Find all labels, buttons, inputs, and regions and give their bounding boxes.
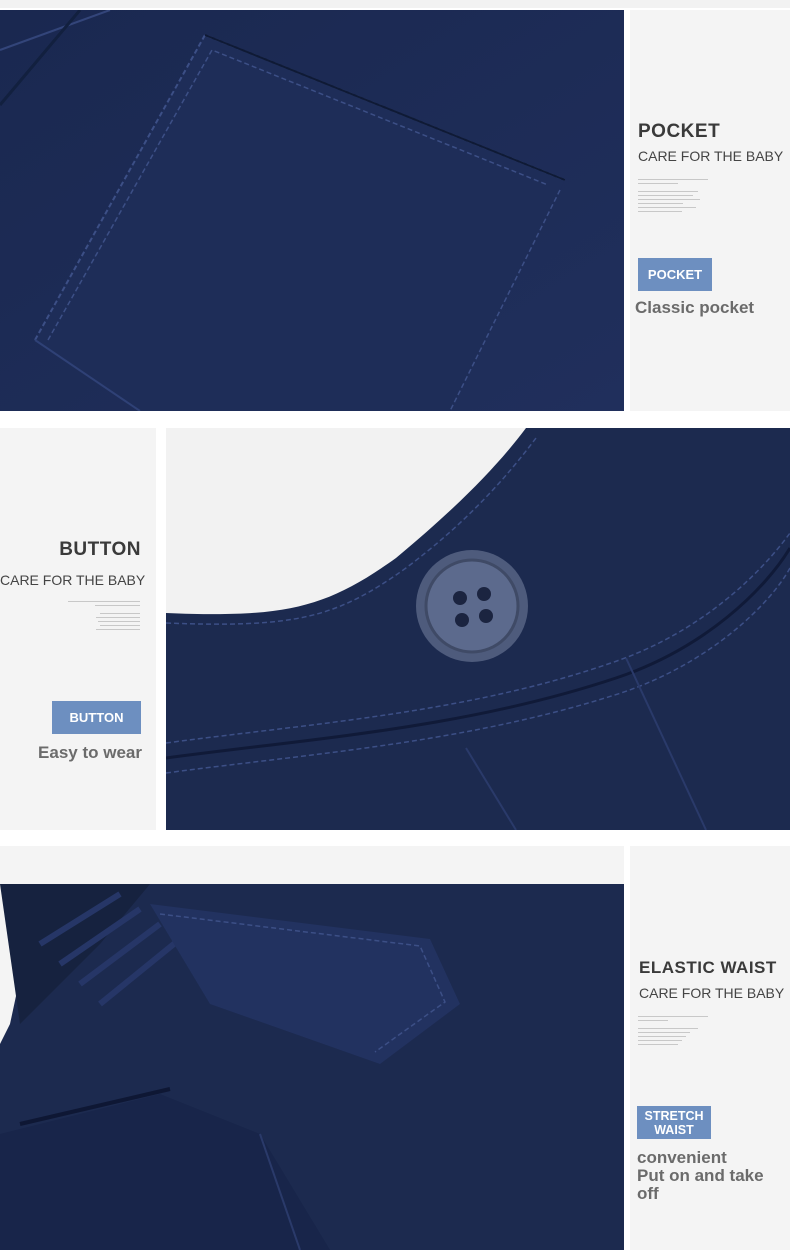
feature-tag: POCKET [638, 258, 712, 291]
section-title: ELASTIC WAIST [639, 958, 777, 977]
fine-print [638, 1013, 710, 1048]
section-subtitle: CARE FOR THE BABY [0, 572, 146, 588]
section-subtitle: CARE FOR THE BABY [638, 148, 784, 164]
fine-print [68, 598, 140, 633]
fine-print [638, 176, 710, 215]
button-photo [166, 428, 790, 830]
feature-tag: STRETCH WAIST [637, 1106, 711, 1139]
feature-description: Put on and take off [637, 1166, 764, 1203]
section-title: BUTTON [59, 539, 141, 560]
feature-tag: BUTTON [52, 701, 141, 734]
feature-description: Classic pocket [635, 298, 755, 317]
button-icon [416, 550, 528, 662]
elastic-waist-photo [0, 884, 624, 1250]
feature-description: Easy to wear [38, 743, 142, 762]
feature-description: convenient [637, 1148, 727, 1167]
pocket-photo [0, 10, 624, 411]
section-title: POCKET [638, 121, 721, 142]
waist-photo-backdrop [0, 846, 624, 884]
top-divider [0, 0, 790, 8]
section-subtitle: CARE FOR THE BABY [639, 985, 785, 1001]
